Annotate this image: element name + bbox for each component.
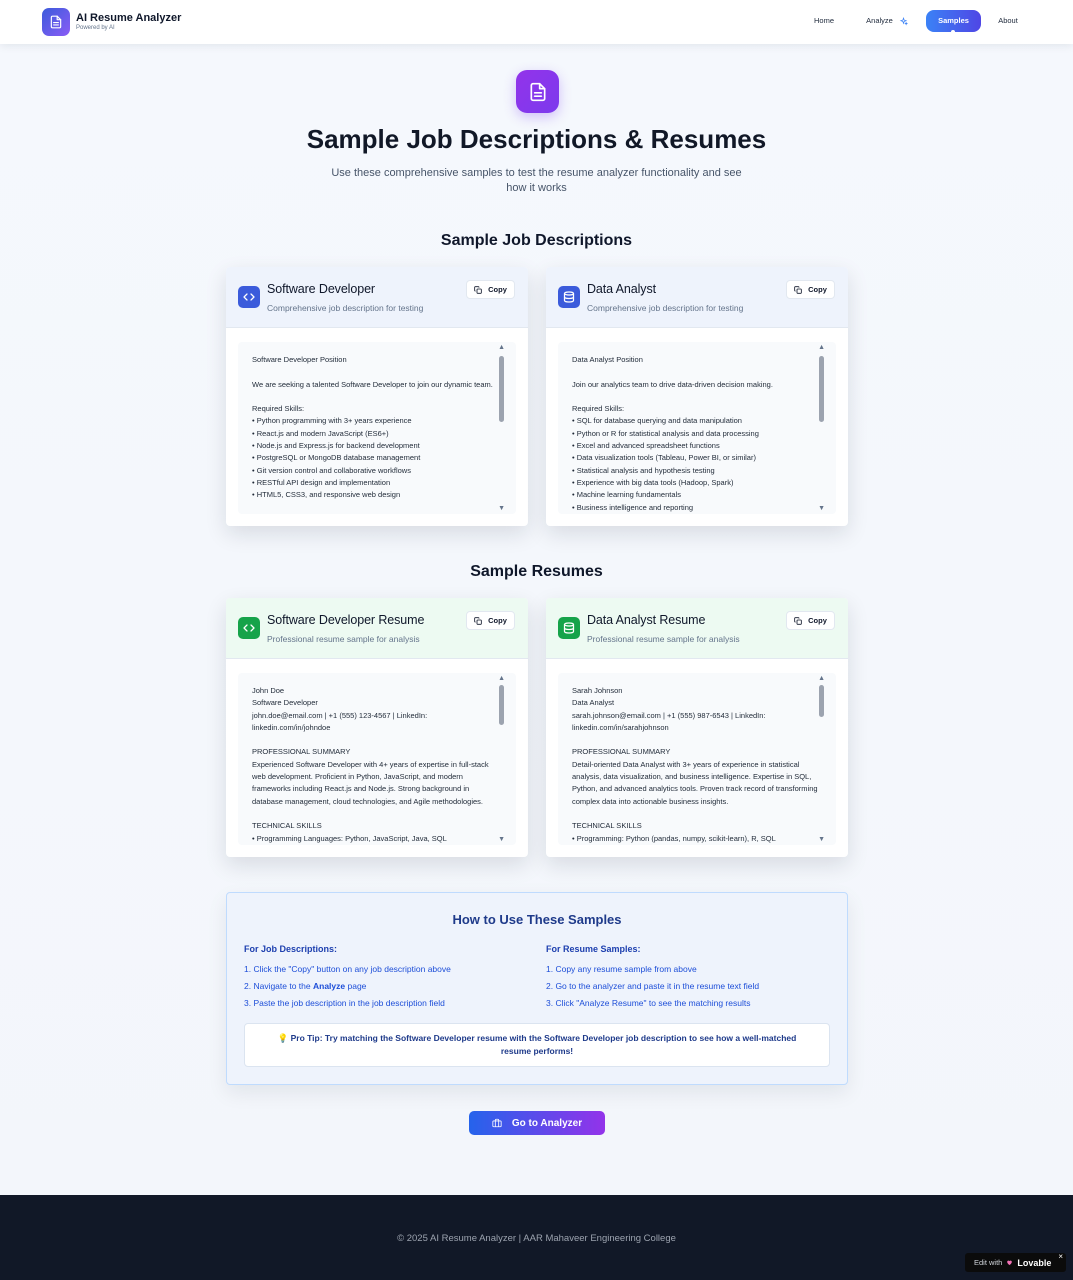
sample-text: Software Developer Position We are seeki…	[252, 355, 493, 500]
logo-icon[interactable]	[42, 8, 70, 36]
sample-text: Sarah Johnson Data Analyst sarah.johnson…	[572, 686, 818, 843]
section-title-jobs: Sample Job Descriptions	[440, 232, 633, 249]
scrollbar-thumb[interactable]	[499, 685, 504, 725]
briefcase-icon	[492, 1118, 502, 1128]
copy-icon	[794, 616, 802, 625]
file-text-icon	[516, 70, 559, 113]
copy-button[interactable]: Copy	[466, 280, 515, 299]
jobs-step-2-pre: 2. Navigate to the	[244, 981, 313, 991]
brand-tagline: Powered by AI	[76, 25, 115, 31]
jobs-instructions-title: For Job Descriptions:	[244, 944, 338, 954]
copy-icon	[794, 285, 802, 294]
edit-with-lovable-badge[interactable]: Edit with Lovable ×	[965, 1252, 1066, 1272]
database-icon	[558, 286, 580, 308]
scroll-up-arrow[interactable]: ▲	[498, 344, 505, 351]
card-header: Data Analyst Resume Professional resume …	[546, 598, 848, 659]
sample-text: Data Analyst Position Join our analytics…	[572, 355, 773, 512]
copy-label: Copy	[488, 285, 507, 294]
copy-button[interactable]: Copy	[466, 611, 515, 630]
scroll-down-arrow[interactable]: ▼	[498, 836, 505, 843]
scroll-up-arrow[interactable]: ▲	[818, 344, 825, 351]
scroll-down-arrow[interactable]: ▼	[818, 836, 825, 843]
card-title: Software Developer Resume	[267, 613, 425, 627]
card-job-data-analyst: Data Analyst Comprehensive job descripti…	[546, 267, 848, 526]
top-nav: AI Resume Analyzer Powered by AI Home An…	[0, 0, 1073, 44]
nav-analyze[interactable]: Analyze	[860, 10, 914, 32]
active-indicator	[951, 30, 955, 34]
brand-name[interactable]: AI Resume Analyzer	[76, 12, 181, 25]
sample-text: John Doe Software Developer john.doe@ema…	[252, 686, 489, 843]
card-header: Software Developer Comprehensive job des…	[226, 267, 528, 328]
card-job-software-developer: Software Developer Comprehensive job des…	[226, 267, 528, 526]
close-icon[interactable]: ×	[1058, 1252, 1063, 1261]
page-title: Sample Job Descriptions & Resumes	[306, 124, 767, 154]
nav-samples-label: Samples	[938, 16, 969, 25]
analyze-link[interactable]: Analyze	[313, 981, 345, 991]
copy-label: Copy	[488, 616, 507, 625]
sample-text-area[interactable]: Sarah Johnson Data Analyst sarah.johnson…	[558, 673, 836, 845]
jobs-step-2: 2. Navigate to the Analyze page	[244, 981, 366, 991]
copy-icon	[474, 616, 482, 625]
lovable-heart-icon	[1007, 1260, 1013, 1266]
scrollbar-thumb[interactable]	[819, 356, 824, 422]
nav-samples[interactable]: Samples	[926, 10, 981, 34]
jobs-step-1: 1. Click the "Copy" button on any job de…	[244, 964, 451, 974]
code-icon	[238, 286, 260, 308]
footer-copyright: © 2025 AI Resume Analyzer | AAR Mahaveer…	[397, 1233, 676, 1244]
jobs-step-2-post: page	[345, 981, 367, 991]
badge-prefix: Edit with	[974, 1258, 1003, 1267]
card-title: Data Analyst Resume	[587, 613, 706, 627]
database-icon	[558, 617, 580, 639]
card-subtitle: Comprehensive job description for testin…	[587, 303, 744, 313]
nav-about[interactable]: About	[991, 10, 1025, 32]
scroll-up-arrow[interactable]: ▲	[498, 675, 505, 682]
go-to-analyzer-label: Go to Analyzer	[511, 1117, 583, 1129]
card-title: Software Developer	[267, 282, 375, 296]
sparkle-icon	[899, 16, 908, 26]
resumes-step-2: 2. Go to the analyzer and paste it in th…	[546, 981, 760, 991]
card-subtitle: Professional resume sample for analysis	[587, 634, 740, 644]
section-title-resumes: Sample Resumes	[470, 563, 603, 580]
how-to-title: How to Use These Samples	[452, 912, 622, 927]
copy-label: Copy	[808, 285, 827, 294]
resumes-step-1: 1. Copy any resume sample from above	[546, 964, 697, 974]
nav-analyze-label: Analyze	[866, 16, 893, 25]
copy-button[interactable]: Copy	[786, 280, 835, 299]
card-header: Data Analyst Comprehensive job descripti…	[546, 267, 848, 328]
sample-text-area[interactable]: Software Developer Position We are seeki…	[238, 342, 516, 514]
scroll-down-arrow[interactable]: ▼	[818, 505, 825, 512]
card-resume-software-developer: Software Developer Resume Professional r…	[226, 598, 528, 857]
scroll-up-arrow[interactable]: ▲	[818, 675, 825, 682]
card-subtitle: Professional resume sample for analysis	[267, 634, 420, 644]
scrollbar-thumb[interactable]	[499, 356, 504, 422]
resumes-instructions-title: For Resume Samples:	[546, 944, 641, 954]
pro-tip: 💡 Pro Tip: Try matching the Software Dev…	[244, 1023, 830, 1067]
jobs-step-3: 3. Paste the job description in the job …	[244, 998, 445, 1008]
sample-text-area[interactable]: John Doe Software Developer john.doe@ema…	[238, 673, 516, 845]
sample-text-area[interactable]: Data Analyst Position Join our analytics…	[558, 342, 836, 514]
how-to-panel: How to Use These Samples For Job Descrip…	[226, 892, 848, 1085]
nav-home[interactable]: Home	[806, 10, 842, 32]
card-title: Data Analyst	[587, 282, 656, 296]
scroll-down-arrow[interactable]: ▼	[498, 505, 505, 512]
footer: © 2025 AI Resume Analyzer | AAR Mahaveer…	[0, 1195, 1073, 1280]
code-icon	[238, 617, 260, 639]
card-resume-data-analyst: Data Analyst Resume Professional resume …	[546, 598, 848, 857]
copy-label: Copy	[808, 616, 827, 625]
card-header: Software Developer Resume Professional r…	[226, 598, 528, 659]
page-subtitle: Use these comprehensive samples to test …	[331, 167, 742, 194]
copy-button[interactable]: Copy	[786, 611, 835, 630]
card-subtitle: Comprehensive job description for testin…	[267, 303, 424, 313]
resumes-step-3: 3. Click "Analyze Resume" to see the mat…	[546, 998, 751, 1008]
copy-icon	[474, 285, 482, 294]
go-to-analyzer-button[interactable]: Go to Analyzer	[469, 1111, 605, 1135]
scrollbar-thumb[interactable]	[819, 685, 824, 717]
badge-brand: Lovable	[1017, 1257, 1052, 1268]
